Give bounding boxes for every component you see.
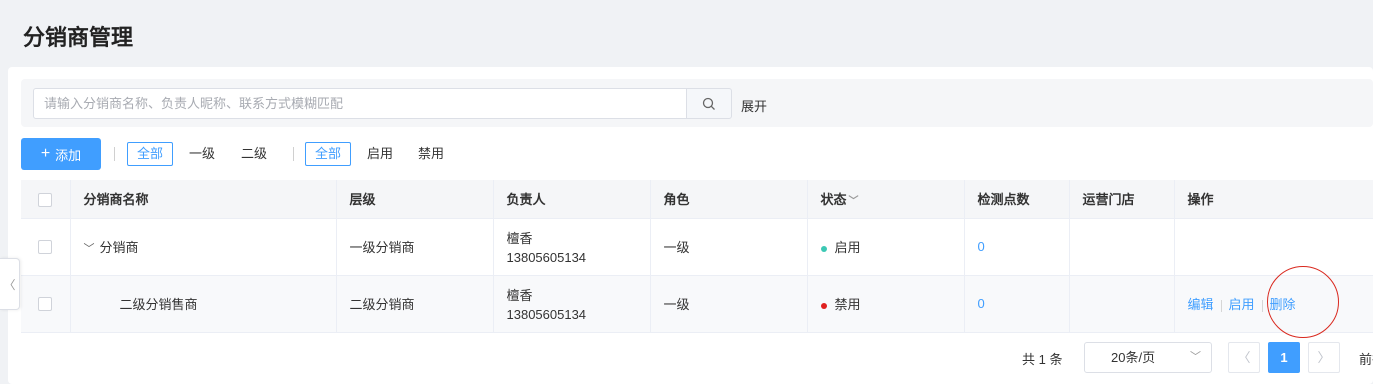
status-text: 启用 [834, 240, 861, 255]
add-button[interactable]: + 添加 [21, 138, 101, 170]
owner-cell: 檀香 13805605134 [493, 275, 651, 333]
column-header-role: 角色 [650, 180, 808, 219]
filter-level-1[interactable]: 一级 [179, 142, 225, 166]
filter-status-all[interactable]: 全部 [305, 142, 352, 166]
next-page-button[interactable]: 〉 [1308, 342, 1340, 373]
row-checkbox[interactable] [38, 297, 53, 312]
stores-cell [1069, 218, 1175, 276]
actions-cell [1174, 218, 1373, 276]
chevron-left-icon: 〈 [1237, 350, 1251, 365]
column-header-name: 分销商名称 [70, 180, 337, 219]
points-cell: 0 [964, 275, 1070, 333]
distributor-name: 分销商 [99, 240, 139, 255]
goto-label: 前往 [1359, 352, 1373, 367]
table-row: 二级分销售商 二级分销商 檀香 13805605134 一级 禁用 0 编辑 启用… [21, 275, 1373, 333]
enable-button[interactable]: 启用 [1229, 297, 1255, 312]
sidebar-collapse-handle[interactable]: 〈 [0, 258, 20, 310]
divider [293, 147, 294, 161]
add-button-label: 添加 [55, 147, 82, 163]
edit-button[interactable]: 编辑 [1188, 297, 1214, 312]
filter-level-2[interactable]: 二级 [231, 142, 277, 166]
table-header-row: 分销商名称 层级 负责人 角色 状态 ﹀ 检测点数 运营门店 操作 [21, 180, 1373, 219]
toolbar: + 添加 全部 一级 二级 全部 启用 禁用 [21, 138, 921, 170]
page-size-select[interactable]: 20条/页 ﹀ [1084, 342, 1212, 373]
status-cell: 启用 [807, 218, 965, 276]
status-cell: 禁用 [807, 275, 965, 333]
status-text: 禁用 [834, 297, 861, 312]
divider [114, 147, 115, 161]
total-count: 共 1 条 [1022, 352, 1063, 367]
search-icon [702, 97, 715, 110]
owner-name: 檀香 [506, 231, 533, 246]
row-checkbox[interactable] [38, 240, 53, 255]
filter-status-enabled[interactable]: 启用 [357, 142, 403, 166]
table-row: ﹀ 分销商 一级分销商 檀香 13805605134 一级 启用 0 [21, 218, 1373, 276]
column-header-points: 检测点数 [964, 180, 1070, 219]
chevron-down-icon[interactable]: ﹀ [84, 240, 100, 256]
page-number-current[interactable]: 1 [1268, 342, 1300, 373]
chevron-right-icon: 〉 [1317, 350, 1331, 365]
owner-phone: 13805605134 [506, 307, 587, 322]
column-header-status-label: 状态 [820, 192, 847, 208]
column-header-actions: 操作 [1174, 180, 1373, 219]
page-size-value: 20条/页 [1111, 350, 1156, 365]
column-header-level: 层级 [336, 180, 494, 219]
chevron-down-icon: ﹀ [1190, 351, 1201, 363]
expand-filters-link[interactable]: 展开 [741, 96, 767, 115]
owner-cell: 檀香 13805605134 [493, 218, 651, 276]
page-title: 分销商管理 [23, 25, 134, 50]
points-link[interactable]: 0 [978, 239, 985, 254]
select-all-checkbox[interactable] [38, 192, 53, 207]
divider [1220, 299, 1222, 312]
prev-page-button[interactable]: 〈 [1228, 342, 1260, 373]
search-button[interactable] [686, 88, 732, 119]
distributor-name: 二级分销售商 [119, 297, 198, 312]
plus-icon: + [40, 145, 51, 162]
search-input[interactable] [33, 88, 687, 119]
owner-name: 檀香 [506, 288, 533, 303]
column-header-owner: 负责人 [493, 180, 651, 219]
select-all-cell [21, 180, 71, 219]
delete-button[interactable]: 删除 [1270, 297, 1296, 312]
search-bar: 展开 [21, 79, 1373, 127]
distributor-name-cell: 二级分销售商 [70, 275, 337, 333]
role-cell: 一级 [650, 218, 808, 276]
level-cell: 二级分销商 [336, 275, 494, 333]
divider [1261, 299, 1263, 312]
status-dot [820, 245, 827, 252]
filter-level-all[interactable]: 全部 [127, 142, 174, 166]
distributor-name-cell: ﹀ 分销商 [70, 218, 337, 276]
owner-phone: 13805605134 [506, 250, 587, 265]
role-cell: 一级 [650, 275, 808, 333]
column-header-stores: 运营门店 [1069, 180, 1175, 219]
chevron-left-icon: 〈 [3, 277, 16, 292]
column-header-status[interactable]: 状态 ﹀ [807, 180, 965, 219]
row-select-cell [21, 218, 71, 276]
chevron-down-icon[interactable]: ﹀ [849, 196, 859, 207]
status-dot [820, 302, 827, 309]
distributor-table: 分销商名称 层级 负责人 角色 状态 ﹀ 检测点数 运营门店 操作 ﹀ 分销商 一级… [21, 180, 1373, 333]
pagination: 共 1 条 20条/页 ﹀ 〈 1 〉 前往 [8, 341, 1373, 373]
filter-status-disabled[interactable]: 禁用 [408, 142, 454, 166]
points-cell: 0 [964, 218, 1070, 276]
level-cell: 一级分销商 [336, 218, 494, 276]
actions-cell: 编辑 启用 删除 [1174, 275, 1373, 333]
points-link[interactable]: 0 [978, 296, 985, 311]
stores-cell [1069, 275, 1175, 333]
content-card: 展开 + 添加 全部 一级 二级 全部 启用 禁用 分销商名称 层级 负责人 角… [8, 67, 1373, 384]
row-select-cell [21, 275, 71, 333]
